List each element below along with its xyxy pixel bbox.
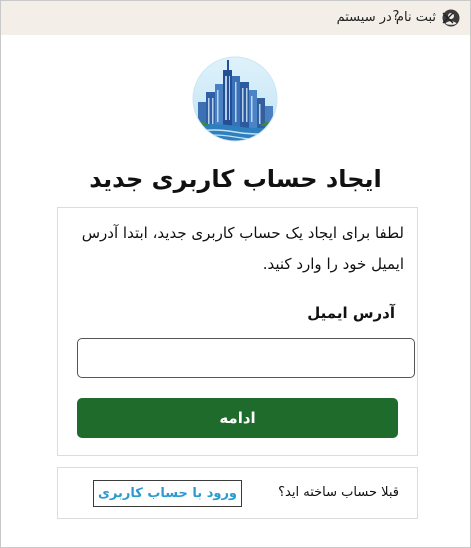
signup-form-panel: لطفا برای ایجاد یک حساب کاربری جدید، ابت… (57, 207, 418, 456)
email-field[interactable] (77, 338, 415, 378)
title-bar: ثبت نام در سیستم ? (1, 1, 470, 35)
close-button[interactable] (429, 1, 469, 35)
login-link[interactable]: ورود با حساب کاربری (93, 480, 243, 507)
page-title: ایجاد حساب کاربری جدید (89, 165, 382, 193)
intro-text: لطفا برای ایجاد یک حساب کاربری جدید، ابت… (81, 224, 404, 273)
window-title: ثبت نام در سیستم (336, 10, 436, 25)
city-skyline-logo (192, 56, 278, 142)
existing-account-question: قبلا حساب ساخته اید؟ (278, 485, 399, 500)
close-icon (442, 12, 454, 24)
continue-button[interactable]: ادامه (77, 398, 398, 438)
signup-window: ثبت نام در سیستم ? ایجاد حساب کاربری جدی… (0, 0, 471, 548)
help-button[interactable]: ? (389, 9, 403, 24)
login-prompt-panel: قبلا حساب ساخته اید؟ ورود با حساب کاربری (57, 467, 418, 519)
email-label: آدرس ایمیل (307, 304, 395, 322)
